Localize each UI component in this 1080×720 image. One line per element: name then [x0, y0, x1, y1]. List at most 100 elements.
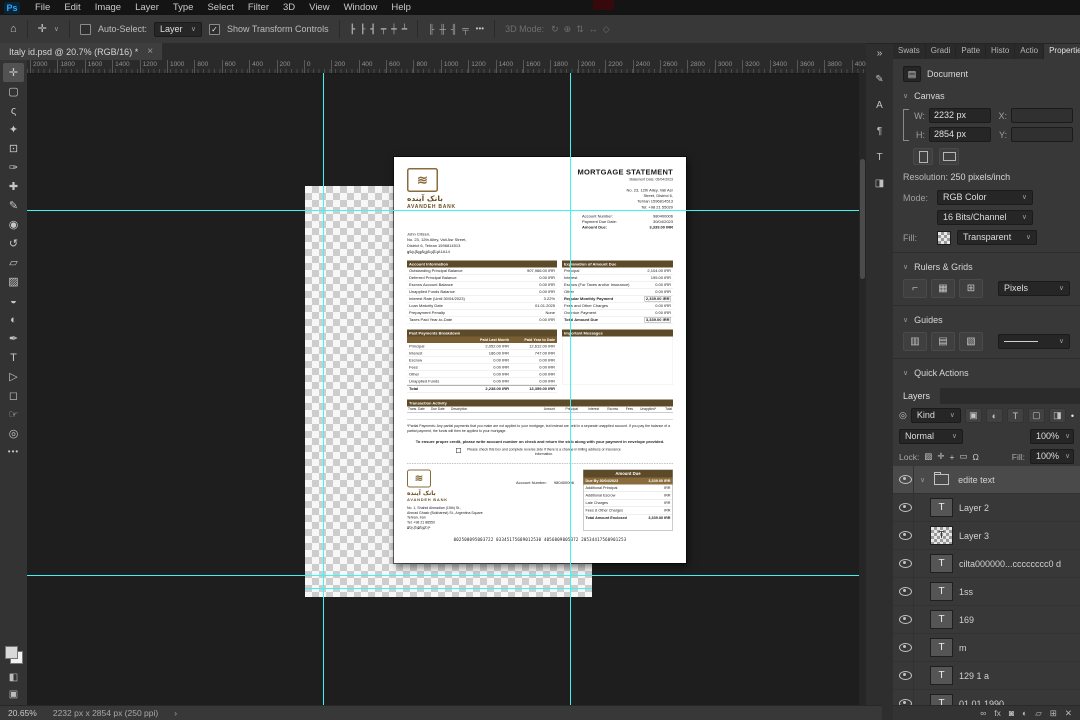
paragraph-panel-icon[interactable]: ¶	[877, 126, 882, 137]
menu-item[interactable]: Filter	[241, 0, 276, 15]
layer-name[interactable]: 1ss	[959, 587, 973, 597]
menu-item[interactable]: Select	[200, 0, 240, 15]
clear-guides-icon[interactable]: ▧	[959, 332, 983, 351]
clone-stamp-tool-icon[interactable]: ◉	[3, 215, 24, 234]
visibility-cell[interactable]	[898, 550, 914, 577]
lock-guides-icon[interactable]: ▤	[931, 332, 955, 351]
opacity-dropdown[interactable]: 100% ∨	[1030, 429, 1074, 444]
guide-style-dropdown[interactable]: ∨	[998, 334, 1070, 349]
eye-icon[interactable]	[899, 587, 912, 596]
distribute-horizontal-icon[interactable]: ╟	[428, 24, 434, 34]
height-field[interactable]: 2854 px	[929, 127, 991, 142]
kind-filter-dropdown[interactable]: Kind ∨	[910, 408, 961, 423]
menu-item[interactable]: 3D	[276, 0, 302, 15]
layer-row[interactable]: ∨ T 169	[893, 606, 1080, 634]
layer-thumbnail[interactable]: T	[930, 666, 953, 685]
landscape-orientation-icon[interactable]	[939, 148, 959, 165]
guides-section-header[interactable]: ∨ Guides	[903, 313, 1070, 327]
eye-icon[interactable]	[899, 559, 912, 568]
menu-item[interactable]: Type	[166, 0, 201, 15]
show-transform-checkbox[interactable]: ✓	[209, 23, 221, 35]
layer-row[interactable]: ∨ T Layer 3	[893, 522, 1080, 550]
tab-layers[interactable]: Layers	[893, 388, 941, 404]
eyedropper-tool-icon[interactable]: ✑	[3, 158, 24, 177]
blend-mode-dropdown[interactable]: Normal ∨	[899, 429, 963, 444]
hand-tool-icon[interactable]: ☞	[3, 405, 24, 424]
layer-row[interactable]: ∨ T 01.01.1990	[893, 690, 1080, 706]
layer-row[interactable]: ∨ T cilta000000...cccccccc0 d	[893, 550, 1080, 578]
lock-all-icon[interactable]: Ω	[972, 452, 978, 462]
link-dimensions-icon[interactable]	[903, 109, 909, 141]
layer-effects-icon[interactable]: fx	[994, 708, 1001, 718]
canvas-section-header[interactable]: ∨ Canvas	[903, 89, 1070, 103]
filter-smart-objects-icon[interactable]: ◨	[1048, 408, 1066, 423]
more-distribute-icon[interactable]: ╤	[462, 24, 468, 34]
toggle-rulers-icon[interactable]: ⌐	[903, 279, 927, 298]
gradient-tool-icon[interactable]: ▨	[3, 272, 24, 291]
blur-tool-icon[interactable]: ◒	[3, 291, 24, 310]
align-left-icon[interactable]: ┣	[350, 24, 355, 35]
3d-orbit-icon[interactable]: ↻	[551, 24, 559, 35]
horizontal-guide[interactable]	[305, 588, 592, 589]
3d-slide-icon[interactable]: ↔	[589, 24, 598, 34]
eye-icon[interactable]	[899, 615, 912, 624]
close-tab-icon[interactable]: ×	[147, 46, 153, 57]
vertical-guide[interactable]	[570, 73, 571, 706]
screen-mode-icon[interactable]: ▣	[9, 689, 18, 700]
history-brush-tool-icon[interactable]: ↺	[3, 234, 24, 253]
layer-name[interactable]: Layer 3	[959, 531, 989, 541]
rulers-grids-section-header[interactable]: ∨ Rulers & Grids	[903, 260, 1070, 274]
horizontal-guide[interactable]	[27, 210, 866, 211]
lasso-tool-icon[interactable]: ς	[3, 101, 24, 120]
delete-layer-icon[interactable]: ✕	[1065, 708, 1072, 719]
dodge-tool-icon[interactable]: ◐	[3, 310, 24, 329]
panel-tab[interactable]: Swats	[893, 43, 926, 59]
adjustment-layer-icon[interactable]: ◐	[1022, 708, 1027, 718]
layer-name[interactable]: 169	[959, 615, 974, 625]
new-guide-layout-icon[interactable]: ▥	[903, 332, 927, 351]
lock-transparency-icon[interactable]: ▨	[924, 451, 932, 462]
auto-select-checkbox[interactable]	[80, 23, 91, 35]
status-chevron-icon[interactable]: ›	[174, 708, 177, 718]
brush-tool-icon[interactable]: ✎	[3, 196, 24, 215]
align-center-horizontal-icon[interactable]: ┠	[360, 24, 365, 35]
units-dropdown[interactable]: Pixels ∨	[998, 281, 1070, 296]
layer-mask-icon[interactable]: ◙	[1009, 708, 1014, 718]
quick-selection-tool-icon[interactable]: ✦	[3, 120, 24, 139]
panel-tab[interactable]: Histo	[986, 43, 1016, 59]
crop-tool-icon[interactable]: ⊡	[3, 139, 24, 158]
libraries-panel-icon[interactable]: ◨	[875, 178, 884, 189]
bit-depth-dropdown[interactable]: 16 Bits/Channel ∨	[937, 210, 1033, 225]
eye-icon[interactable]	[899, 643, 912, 652]
layer-name[interactable]: m	[959, 643, 967, 653]
lock-position-icon[interactable]: +	[949, 452, 954, 462]
visibility-cell[interactable]	[898, 466, 914, 493]
filter-type-layers-icon[interactable]: T	[1006, 408, 1024, 423]
type-tool-icon[interactable]: T	[3, 348, 24, 367]
lock-artboard-icon[interactable]: ▭	[959, 451, 967, 462]
move-tool-icon[interactable]: ✛	[3, 63, 24, 82]
layer-fill-dropdown[interactable]: 100% ∨	[1030, 449, 1074, 464]
layer-row[interactable]: ∨ T Layer 2	[893, 494, 1080, 522]
document-tab[interactable]: Italy id.psd @ 20.7% (RGB/16) * ×	[0, 43, 163, 60]
layer-thumbnail[interactable]: T	[930, 526, 953, 545]
scrollbar-thumb[interactable]	[860, 159, 865, 279]
layer-group-icon[interactable]: ▱	[1035, 708, 1042, 719]
fill-swatch[interactable]	[937, 230, 951, 245]
visibility-cell[interactable]	[898, 634, 914, 661]
layer-row[interactable]: ∨ T 1ss	[893, 578, 1080, 606]
portrait-orientation-icon[interactable]	[913, 148, 933, 165]
brush-settings-panel-icon[interactable]: ✎	[875, 74, 883, 85]
color-swatches[interactable]	[4, 646, 23, 664]
layer-name[interactable]: 129 1 a	[959, 671, 989, 681]
visibility-cell[interactable]	[898, 690, 914, 706]
visibility-cell[interactable]	[898, 494, 914, 521]
eye-icon[interactable]	[899, 671, 912, 680]
move-tool-preset-icon[interactable]: ✛	[38, 23, 47, 35]
search-icon[interactable]: ◎	[899, 410, 907, 421]
x-field[interactable]	[1011, 108, 1073, 123]
align-bottom-icon[interactable]: ┷	[402, 24, 407, 35]
fill-dropdown[interactable]: Transparent ∨	[957, 230, 1037, 245]
tab-properties[interactable]: Properties	[1044, 43, 1080, 59]
eye-icon[interactable]	[899, 475, 912, 484]
